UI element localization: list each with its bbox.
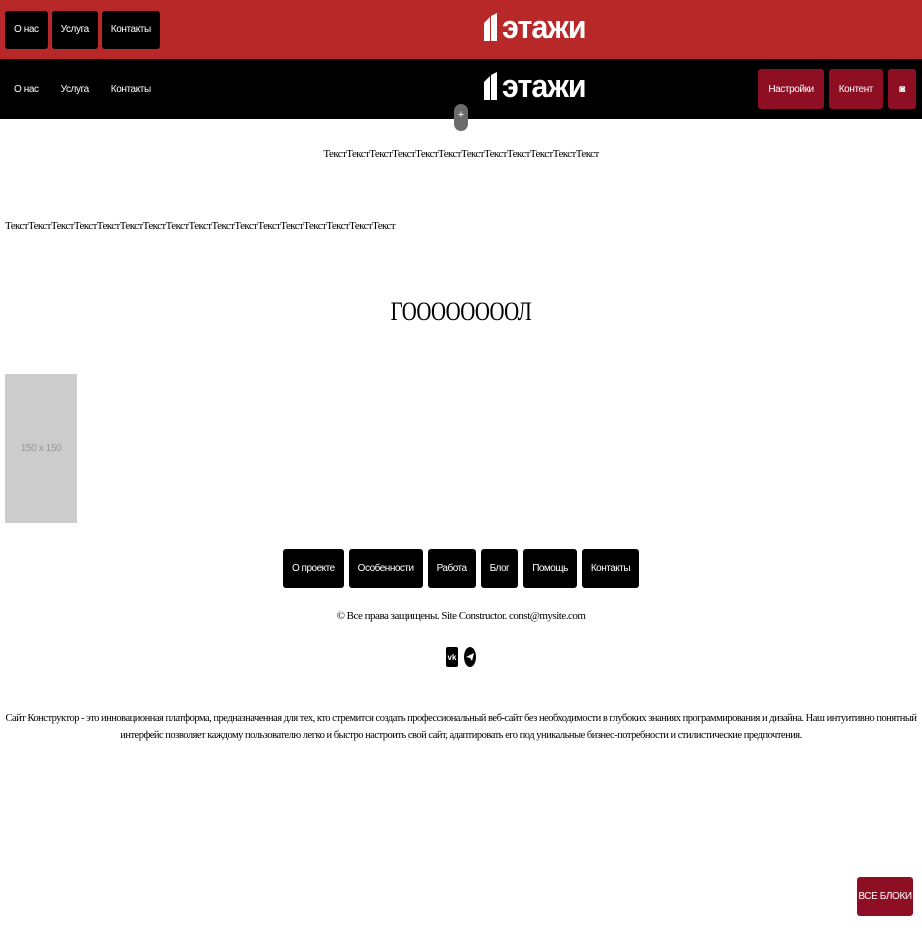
nav-service-button[interactable]: Услуга	[51, 10, 98, 49]
header-red-nav: О нас Услуга Контакты	[5, 0, 160, 59]
copyright-text: © Все права защищены. Site Constructor. …	[336, 610, 586, 622]
nav-service-button[interactable]: Услуга	[52, 70, 98, 108]
footer-blog-button[interactable]: Блог	[480, 549, 519, 588]
image-placeholder: 150 x 150	[5, 374, 77, 523]
logo-text: этажи	[502, 9, 587, 45]
social-links: vk	[0, 647, 922, 667]
text-block-center: ТекстТекстТекстТекстТекстТекстТекстТекст…	[323, 148, 599, 160]
footer-help-button[interactable]: Помощь	[523, 549, 577, 588]
page-heading: ГООООООООЛ	[390, 297, 532, 326]
footer-work-button[interactable]: Работа	[427, 549, 476, 588]
footer-about-button[interactable]: О проекте	[282, 549, 344, 588]
all-blocks-button[interactable]: ВСЕ БЛОКИ	[857, 877, 913, 916]
text-block-left: ТекстТекстТекстТекстТекстТекстТекстТекст…	[5, 220, 396, 232]
footer-contacts-button[interactable]: Контакты	[581, 549, 640, 588]
footer-features-button[interactable]: Особенности	[348, 549, 423, 588]
preview-icon[interactable]: ◙	[888, 69, 916, 109]
header-black-nav: О нас Услуга Контакты	[5, 59, 160, 119]
nav-about-button[interactable]: О нас	[5, 70, 48, 108]
logo[interactable]: этажи	[484, 68, 590, 104]
paper-plane-icon	[466, 653, 474, 661]
content-button[interactable]: Контент	[828, 69, 883, 109]
logo-text: этажи	[502, 68, 587, 104]
header-red: О нас Услуга Контакты этажи	[0, 0, 922, 59]
footer-nav: О проекте Особенности Работа Блог Помощь…	[0, 549, 922, 588]
building-icon	[484, 13, 497, 41]
editor-actions: Настройки Контент ◙	[758, 69, 916, 109]
site-description: Сайт Конструктор - это инновационная пла…	[5, 713, 917, 741]
building-icon	[484, 72, 497, 100]
vk-icon[interactable]: vk	[446, 647, 458, 667]
add-block-button[interactable]: +	[454, 104, 468, 131]
nav-contacts-button[interactable]: Контакты	[102, 70, 160, 108]
logo[interactable]: этажи	[484, 9, 590, 45]
telegram-icon[interactable]	[464, 647, 476, 667]
nav-about-button[interactable]: О нас	[5, 10, 48, 49]
settings-button[interactable]: Настройки	[758, 69, 824, 109]
nav-contacts-button[interactable]: Контакты	[101, 10, 160, 49]
